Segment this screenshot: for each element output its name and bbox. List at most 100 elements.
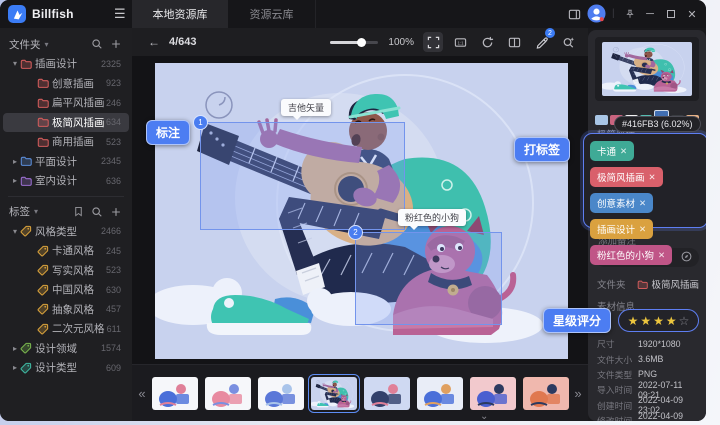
tag-text: 卡通 bbox=[597, 144, 616, 158]
asset-tag-2[interactable]: 创意素材 ✕ bbox=[590, 193, 653, 213]
info-label: 文件大小 bbox=[597, 353, 638, 366]
thumbnail-7[interactable] bbox=[470, 377, 516, 410]
tag-editor[interactable]: 卡通✕极简风插画✕创意素材✕插画设计✕粉红色的小狗✕ bbox=[583, 133, 706, 228]
asset-tag-0[interactable]: 卡通 ✕ bbox=[590, 141, 634, 161]
back-icon[interactable]: ← bbox=[148, 35, 160, 49]
thumbnail-1[interactable] bbox=[152, 377, 198, 410]
annotation-label-2[interactable]: 粉红色的小狗 bbox=[398, 209, 466, 226]
minimize-button[interactable]: ─ bbox=[642, 6, 658, 22]
maximize-button[interactable] bbox=[663, 6, 679, 22]
caret-icon[interactable]: ▸ bbox=[10, 344, 20, 353]
tab-cloud-library[interactable]: 资源云库 bbox=[228, 0, 316, 28]
folder-label: 极简风插画 bbox=[52, 115, 106, 130]
tab-local-library[interactable]: 本地资源库 bbox=[132, 0, 228, 28]
tag-count: 245 bbox=[106, 246, 121, 256]
annotation-badge-2[interactable]: 2 bbox=[348, 225, 363, 240]
add-tag-icon[interactable] bbox=[109, 205, 123, 219]
star-3[interactable]: ★ bbox=[653, 315, 664, 327]
caret-icon[interactable]: ▾ bbox=[10, 227, 20, 236]
sidebar-folder-2[interactable]: 扁平风插画246 bbox=[3, 93, 129, 113]
folder-label: 创意插画 bbox=[52, 76, 106, 91]
star-1[interactable]: ★ bbox=[628, 315, 639, 327]
tag-tree: ▾风格类型2466卡通风格245写实风格523中国风格630抽象风格457二次元… bbox=[0, 222, 132, 378]
filmstrip-next-icon[interactable]: » bbox=[570, 386, 586, 401]
sidebar-folder-0[interactable]: ▾插画设计2325 bbox=[3, 54, 129, 74]
pin-icon[interactable] bbox=[622, 6, 638, 22]
thumbnail-6[interactable] bbox=[417, 377, 463, 410]
remove-tag-icon[interactable]: ✕ bbox=[658, 250, 665, 261]
caret-icon[interactable]: ▸ bbox=[10, 176, 20, 185]
thumbnail-8[interactable] bbox=[523, 377, 569, 410]
thumbnail-3[interactable] bbox=[258, 377, 304, 410]
chevron-down-icon[interactable]: ▾ bbox=[34, 207, 38, 216]
remove-tag-icon[interactable]: ✕ bbox=[649, 172, 656, 183]
sidebar-tag-1[interactable]: 卡通风格245 bbox=[3, 241, 129, 261]
asset-preview-image[interactable] bbox=[602, 42, 692, 96]
fit-screen-button[interactable] bbox=[423, 32, 443, 52]
zoom-slider[interactable] bbox=[330, 41, 378, 44]
panel-toggle-icon[interactable] bbox=[566, 6, 582, 22]
asset-tag-3[interactable]: 插画设计✕ bbox=[590, 219, 653, 239]
sidebar-tag-5[interactable]: 二次元风格611 bbox=[3, 319, 129, 339]
sidebar-tag-0[interactable]: ▾风格类型2466 bbox=[3, 222, 129, 242]
add-folder-icon[interactable] bbox=[109, 37, 123, 51]
annotation-badge-1[interactable]: 1 bbox=[193, 115, 208, 130]
tag-text: 创意素材 bbox=[597, 196, 635, 210]
caret-icon[interactable]: ▾ bbox=[10, 59, 20, 68]
star-5[interactable]: ☆ bbox=[679, 315, 690, 327]
remove-tag-icon[interactable]: ✕ bbox=[620, 146, 627, 157]
thumbnail-2[interactable] bbox=[205, 377, 251, 410]
menu-icon[interactable]: ☰ bbox=[114, 6, 126, 22]
star-4[interactable]: ★ bbox=[666, 315, 677, 327]
filmstrip-prev-icon[interactable]: « bbox=[134, 386, 150, 401]
star-rating[interactable]: ★★★★☆ bbox=[618, 309, 699, 332]
remove-tag-icon[interactable]: ✕ bbox=[639, 224, 646, 235]
tag-label: 设计类型 bbox=[35, 360, 106, 375]
info-value: 2022-04-09 23:02 bbox=[638, 411, 700, 421]
user-avatar[interactable] bbox=[587, 4, 606, 23]
annotate-pen-button[interactable]: 2 bbox=[531, 32, 551, 52]
thumbnail-4[interactable] bbox=[311, 377, 357, 410]
tag-label: 风格类型 bbox=[35, 224, 101, 239]
sidebar-folder-6[interactable]: ▸室内设计636 bbox=[3, 171, 129, 191]
remove-tag-icon[interactable]: ✕ bbox=[639, 198, 646, 209]
info-row-5: 修改时间2022-04-09 23:02 bbox=[597, 413, 700, 421]
sidebar-tag-4[interactable]: 抽象风格457 bbox=[3, 300, 129, 320]
search-icon[interactable] bbox=[90, 205, 104, 219]
caret-icon[interactable]: ▸ bbox=[10, 157, 20, 166]
sidebar-folder-1[interactable]: 创意插画923 bbox=[3, 74, 129, 94]
sidebar-tag-2[interactable]: 写实风格523 bbox=[3, 261, 129, 281]
collapse-filmstrip-icon[interactable]: ⌄ bbox=[480, 411, 488, 421]
asset-tag-4[interactable]: 粉红色的小狗✕ bbox=[590, 245, 672, 265]
zoom-slider-knob[interactable] bbox=[357, 38, 366, 47]
palette-swatch-0[interactable] bbox=[595, 115, 608, 125]
star-2[interactable]: ★ bbox=[640, 315, 651, 327]
image-search-button[interactable] bbox=[558, 32, 578, 52]
sidebar-folder-5[interactable]: ▸平面设计2345 bbox=[3, 152, 129, 172]
caret-icon[interactable]: ▸ bbox=[10, 363, 20, 372]
folder-row-value[interactable]: 极简风插画 bbox=[637, 277, 699, 291]
app-title: Billfish bbox=[32, 7, 74, 21]
sidebar-tag-6[interactable]: ▸设计领域1574 bbox=[3, 339, 129, 359]
annotation-region-1[interactable] bbox=[200, 122, 405, 230]
folder-tree: ▾插画设计2325创意插画923扁平风插画246极简风插画634商用插画523▸… bbox=[0, 54, 132, 191]
bookmark-icon[interactable] bbox=[71, 205, 85, 219]
search-icon[interactable] bbox=[90, 37, 104, 51]
actual-size-button[interactable]: 1:1 bbox=[450, 32, 470, 52]
sidebar-tag-7[interactable]: ▸设计类型609 bbox=[3, 358, 129, 378]
sidebar-tag-3[interactable]: 中国风格630 bbox=[3, 280, 129, 300]
split-view-button[interactable] bbox=[504, 32, 524, 52]
close-button[interactable]: ✕ bbox=[684, 6, 700, 22]
thumbnail-5[interactable] bbox=[364, 377, 410, 410]
rotate-button[interactable] bbox=[477, 32, 497, 52]
chevron-down-icon[interactable]: ▾ bbox=[45, 40, 49, 49]
tag-icon bbox=[37, 283, 52, 296]
annotation-label-1[interactable]: 吉他矢量 bbox=[281, 99, 331, 116]
asset-info-list: 尺寸1920*1080文件大小3.6MB文件类型PNG导入时间2022-07-1… bbox=[597, 336, 700, 421]
tag-icon bbox=[37, 303, 52, 316]
asset-tag-1[interactable]: 极简风插画✕ bbox=[590, 167, 663, 187]
sidebar-folder-3[interactable]: 极简风插画634 bbox=[3, 113, 129, 133]
open-link-icon[interactable] bbox=[681, 249, 692, 267]
annotation-region-2[interactable] bbox=[355, 232, 502, 325]
sidebar-folder-4[interactable]: 商用插画523 bbox=[3, 132, 129, 152]
